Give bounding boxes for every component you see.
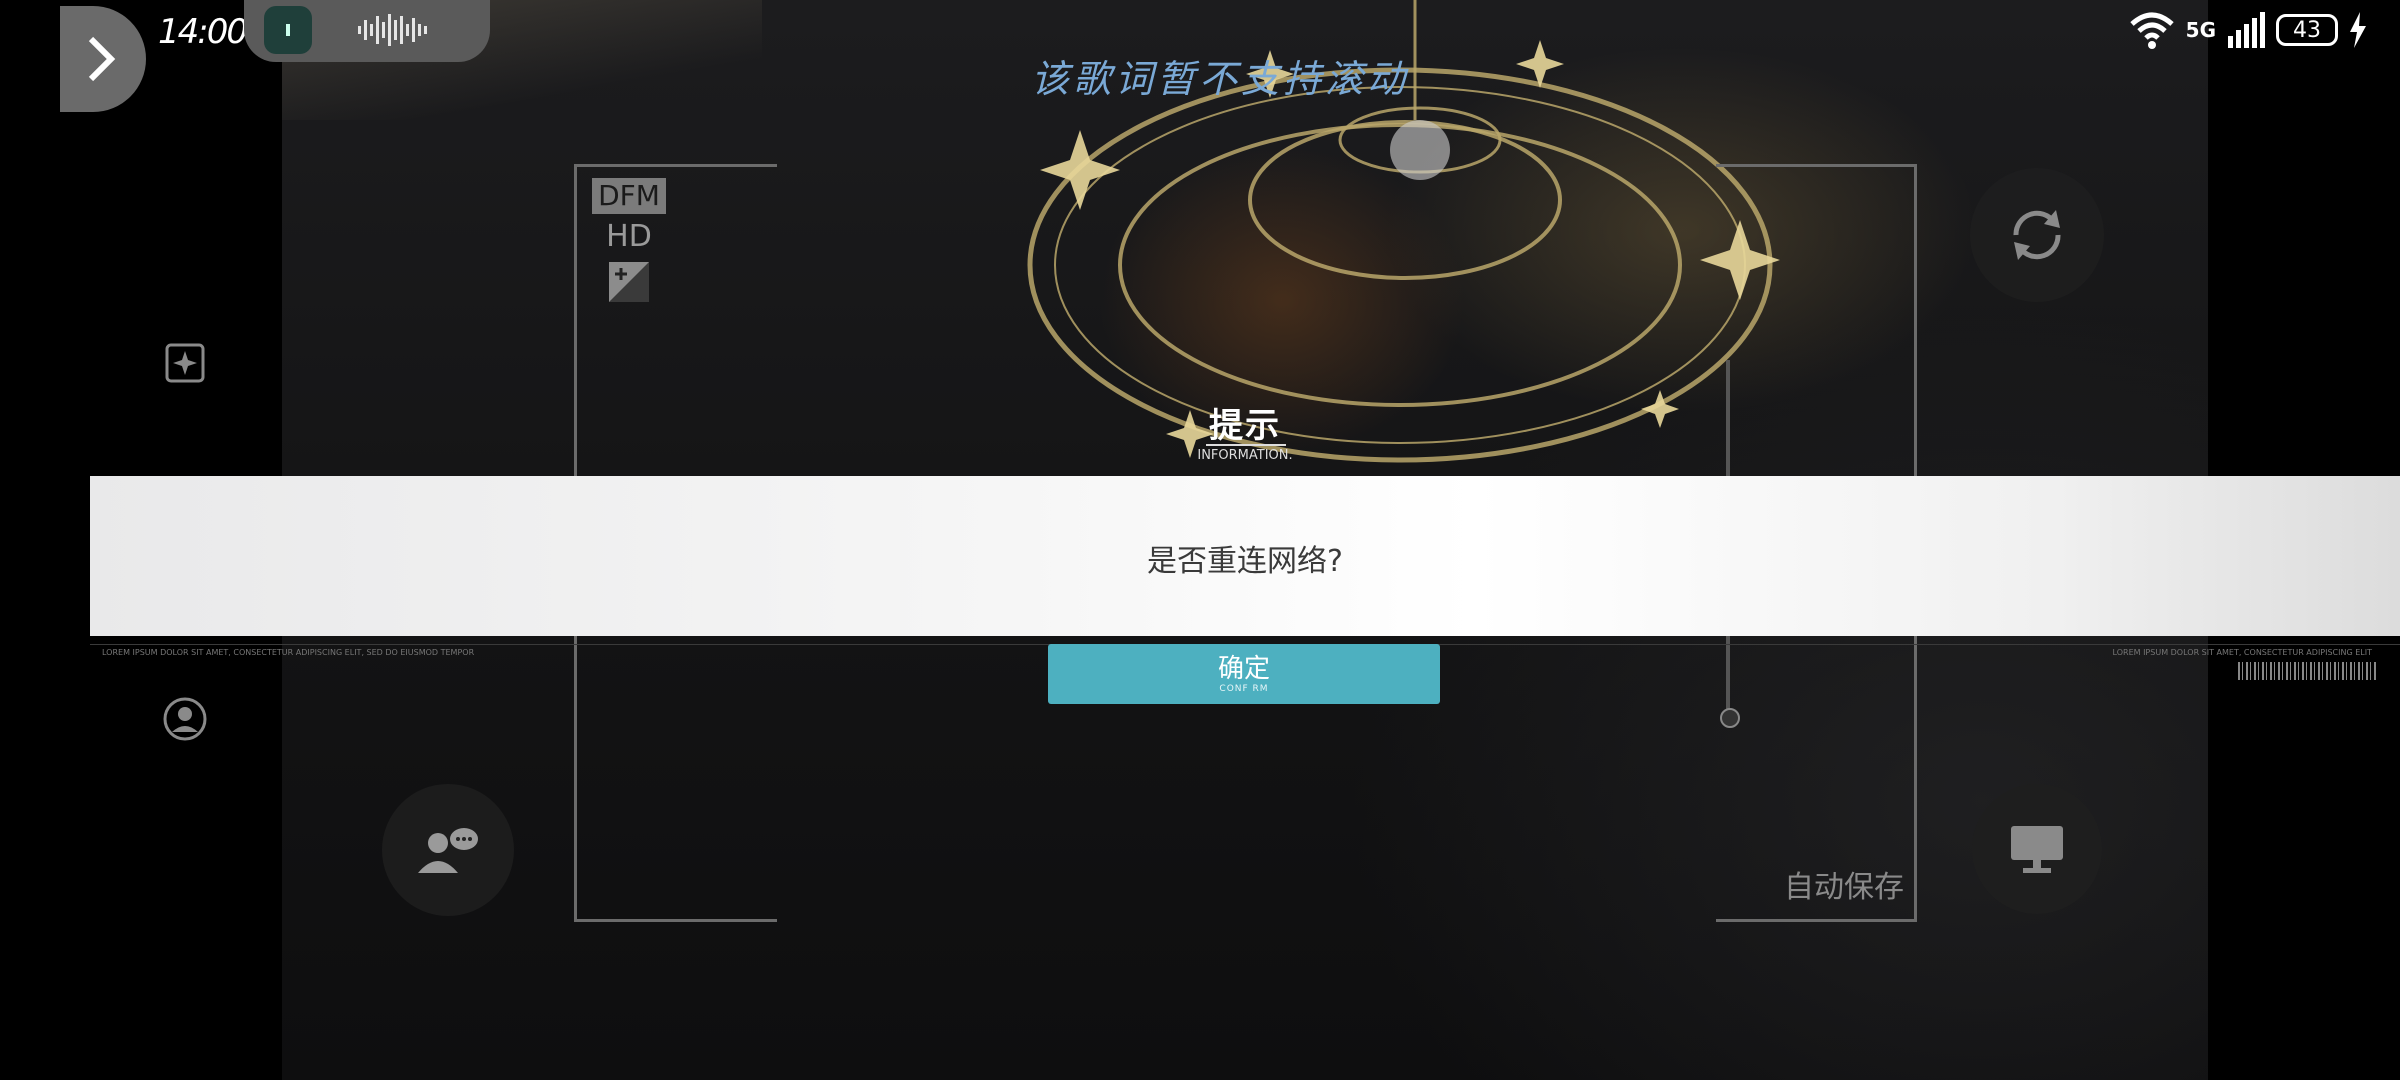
dialog-title-underline xyxy=(1206,444,1286,446)
screen: 14:00 5G 43 该歌词暂不支持滚动 DFM HD 自动保存 提示 INF… xyxy=(0,0,2400,1080)
monitor-button[interactable] xyxy=(1972,784,2102,914)
chevron-right-icon xyxy=(88,36,116,82)
monitor-icon xyxy=(2011,826,2063,873)
dialog-title: 提示 xyxy=(1209,406,1281,446)
waveform-icon xyxy=(358,14,427,46)
quality-hd-option[interactable]: HD xyxy=(606,218,652,256)
chat-icon xyxy=(418,828,478,873)
quality-dfm-option[interactable]: DFM xyxy=(592,178,666,214)
profile-button[interactable] xyxy=(160,694,210,744)
battery-indicator: 43 xyxy=(2276,14,2338,46)
lyric-overlay: 该歌词暂不支持滚动 xyxy=(1030,57,1409,101)
barcode-decoration xyxy=(2238,662,2376,680)
confirm-button[interactable]: 确定 CONF RM xyxy=(1048,644,1440,704)
sparkle-photo-button[interactable] xyxy=(160,338,210,388)
profile-icon xyxy=(163,697,207,741)
dialog-subtitle: INFORMATION. xyxy=(1197,448,1293,463)
vertical-slider-handle[interactable] xyxy=(1720,708,1740,728)
chat-button[interactable] xyxy=(382,784,514,916)
wifi-icon xyxy=(2129,12,2174,49)
refresh-button[interactable] xyxy=(1970,168,2104,302)
music-app-icon xyxy=(264,6,312,54)
sparkle-photo-icon xyxy=(165,343,205,383)
quality-options: DFM HD xyxy=(590,178,668,302)
confirm-button-label: 确定 xyxy=(1217,654,1270,684)
dialog-message: 是否重连网络? xyxy=(1147,544,1343,579)
autosave-label: 自动保存 xyxy=(1784,870,1904,905)
status-time: 14:00 xyxy=(158,12,248,52)
network-type-label: 5G xyxy=(2185,18,2216,42)
refresh-icon xyxy=(2013,210,2061,260)
music-island-pill[interactable] xyxy=(244,0,490,62)
signal-icon xyxy=(2228,12,2265,48)
floating-back-button[interactable] xyxy=(60,6,146,112)
status-indicators: 5G 43 xyxy=(2128,8,2368,52)
bolt-icon xyxy=(2350,12,2366,48)
confirm-button-sublabel: CONF RM xyxy=(1219,684,1269,694)
exposure-icon[interactable] xyxy=(609,262,649,302)
dialog-footer-right-text: LOREM IPSUM DOLOR SIT AMET, CONSECTETUR … xyxy=(2112,648,2372,657)
dialog-footer-left-text: LOREM IPSUM DOLOR SIT AMET, CONSECTETUR … xyxy=(102,648,475,657)
